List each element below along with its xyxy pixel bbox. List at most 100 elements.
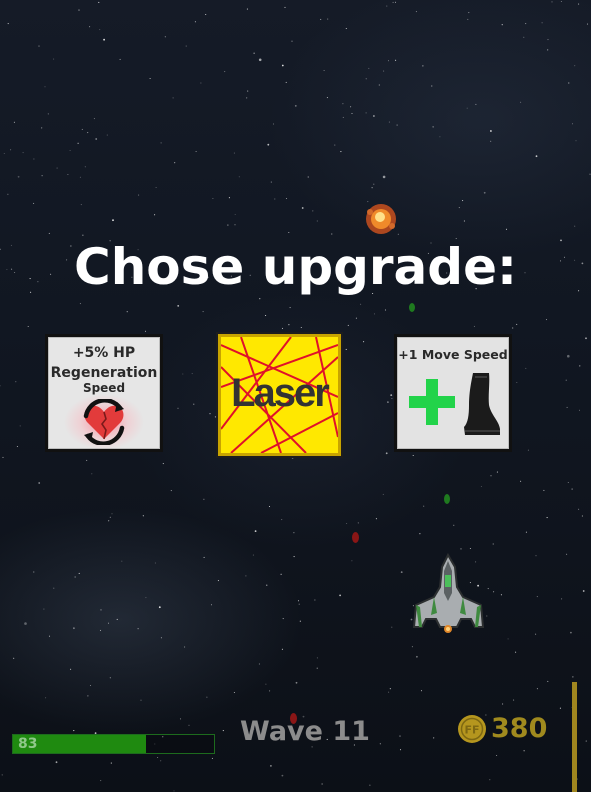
star <box>382 493 384 495</box>
star <box>160 760 162 762</box>
star <box>73 627 75 630</box>
upgrade-card-move-speed[interactable]: +1 Move Speed <box>394 334 512 452</box>
star <box>293 532 295 534</box>
star <box>258 58 262 62</box>
star <box>195 150 197 153</box>
star <box>56 167 58 169</box>
star <box>535 633 537 635</box>
star <box>100 609 102 611</box>
star <box>206 696 208 698</box>
star <box>77 142 79 144</box>
star <box>419 533 421 535</box>
star <box>589 173 591 175</box>
star <box>272 123 275 125</box>
star <box>252 554 254 556</box>
star <box>45 697 47 699</box>
star <box>15 381 17 383</box>
star <box>489 779 491 781</box>
star <box>281 774 284 777</box>
star <box>0 385 1 387</box>
star <box>38 482 41 484</box>
star <box>265 314 267 317</box>
star <box>567 354 570 358</box>
star <box>547 49 549 51</box>
enemy-bullet <box>409 303 415 312</box>
star <box>164 36 166 38</box>
star <box>487 588 489 590</box>
star <box>211 757 213 759</box>
star <box>516 381 518 384</box>
star <box>267 143 270 146</box>
star <box>547 680 549 682</box>
star <box>463 220 465 222</box>
star <box>439 136 441 138</box>
star <box>16 445 18 448</box>
star <box>347 324 349 326</box>
star <box>13 657 15 659</box>
star <box>80 204 82 206</box>
star <box>33 202 35 204</box>
star <box>307 176 309 178</box>
star <box>116 618 118 620</box>
star <box>182 373 184 375</box>
star <box>502 703 504 705</box>
star <box>431 85 433 87</box>
star <box>411 646 413 648</box>
star <box>339 594 341 597</box>
heart-regeneration-icon <box>83 399 125 445</box>
star <box>369 784 371 786</box>
star <box>585 337 587 340</box>
upgrade-card-label: Laser <box>231 371 330 415</box>
star <box>194 21 196 23</box>
star <box>205 13 207 16</box>
star <box>535 555 537 557</box>
star <box>81 128 83 130</box>
star <box>496 471 498 473</box>
star <box>368 67 370 69</box>
star <box>561 598 563 600</box>
star <box>48 232 50 234</box>
star <box>10 149 12 151</box>
star <box>383 70 385 72</box>
star <box>254 530 257 532</box>
enemy-bullet <box>444 494 450 504</box>
star <box>486 615 488 617</box>
star <box>177 407 179 409</box>
star <box>297 600 300 602</box>
star <box>355 317 357 319</box>
star <box>191 373 193 375</box>
star <box>314 599 316 601</box>
game-screen: Chose upgrade: +5% HP Regeneration Speed <box>0 0 591 792</box>
star <box>423 505 425 507</box>
star <box>203 498 205 500</box>
star <box>281 648 283 650</box>
star <box>507 638 509 640</box>
upgrade-card-line1: +1 Move Speed <box>398 347 508 362</box>
star <box>160 637 162 639</box>
star <box>513 699 515 701</box>
star <box>145 597 147 599</box>
star <box>293 556 295 558</box>
star <box>41 127 43 129</box>
player-spaceship[interactable] <box>411 553 486 635</box>
star <box>301 207 304 209</box>
star <box>432 126 434 128</box>
star <box>233 691 235 694</box>
star <box>13 121 15 123</box>
star <box>53 587 55 589</box>
star <box>227 224 229 226</box>
star <box>185 45 187 47</box>
upgrade-title: Chose upgrade: <box>74 238 517 296</box>
star <box>379 743 381 745</box>
star <box>200 82 202 84</box>
star <box>2 456 4 458</box>
star <box>386 5 388 7</box>
star <box>385 452 388 455</box>
upgrade-card-laser[interactable]: Laser <box>216 332 343 458</box>
star <box>412 454 414 457</box>
star <box>48 635 51 637</box>
star <box>111 513 113 515</box>
star <box>480 485 482 488</box>
upgrade-card-hp-regeneration[interactable]: +5% HP Regeneration Speed <box>45 334 163 452</box>
star <box>490 140 492 142</box>
